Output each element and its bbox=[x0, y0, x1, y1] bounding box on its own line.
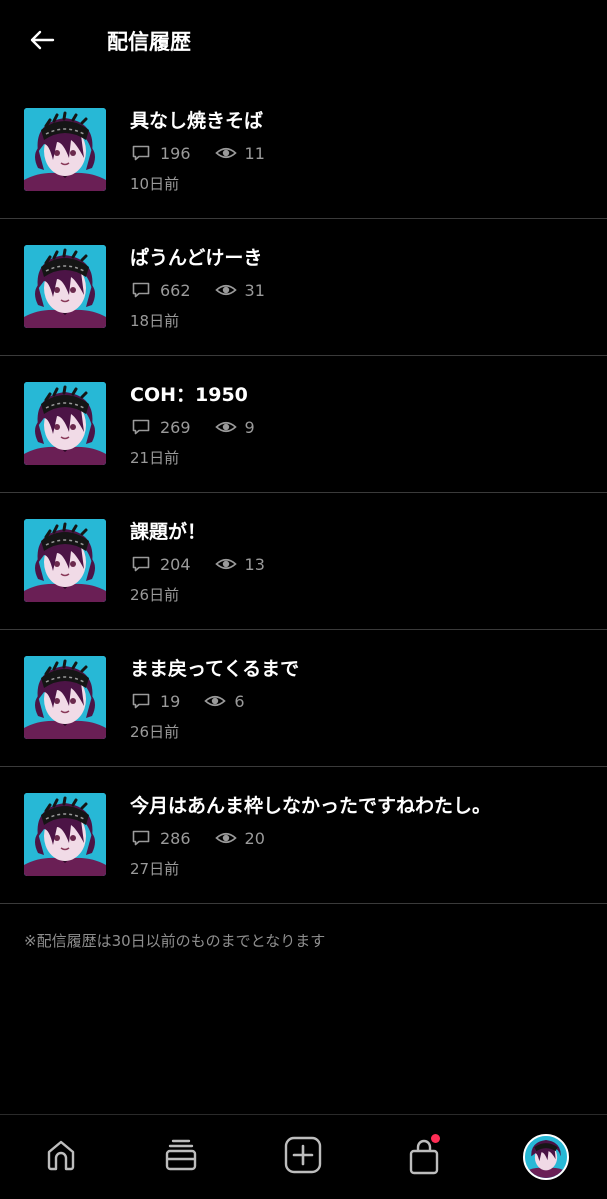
comment-count-value: 286 bbox=[160, 828, 191, 848]
broadcast-stats: 19 6 bbox=[130, 689, 245, 713]
view-count-value: 6 bbox=[234, 691, 245, 711]
shop-bag-icon bbox=[406, 1134, 442, 1176]
comment-count-value: 196 bbox=[160, 143, 191, 163]
comment-count: 269 bbox=[130, 416, 191, 438]
eye-icon bbox=[214, 279, 237, 301]
comment-count-value: 662 bbox=[160, 280, 191, 300]
page-title: 配信履歴 bbox=[107, 30, 191, 54]
broadcast-title: 課題が！ bbox=[130, 521, 207, 543]
comment-count: 204 bbox=[130, 553, 191, 575]
broadcast-thumbnail bbox=[24, 245, 106, 328]
nav-feed[interactable] bbox=[159, 1135, 203, 1179]
comment-icon bbox=[130, 553, 152, 575]
eye-icon bbox=[214, 416, 237, 438]
view-count: 9 bbox=[214, 416, 255, 438]
view-count: 20 bbox=[214, 827, 265, 849]
broadcast-stats: 269 9 bbox=[130, 415, 255, 439]
broadcast-thumbnail bbox=[24, 656, 106, 739]
broadcast-history-list: 具なし焼きそば 196 11 10日前 ぱうんどけーき 662 31 18日前 … bbox=[0, 82, 607, 904]
nav-create[interactable] bbox=[281, 1135, 325, 1179]
broadcast-date: 26日前 bbox=[130, 586, 180, 604]
notification-dot bbox=[431, 1134, 440, 1143]
broadcast-stats: 662 31 bbox=[130, 278, 265, 302]
broadcast-thumbnail bbox=[24, 108, 106, 191]
eye-icon bbox=[214, 553, 237, 575]
arrow-left-icon bbox=[29, 29, 55, 55]
create-plus-icon bbox=[283, 1135, 323, 1179]
broadcast-title: 今月はあんま枠しなかったですねわたし。 bbox=[130, 795, 492, 817]
nav-home[interactable] bbox=[39, 1135, 83, 1179]
broadcast-thumbnail bbox=[24, 793, 106, 876]
comment-icon bbox=[130, 690, 152, 712]
back-button[interactable] bbox=[22, 26, 62, 58]
broadcast-date: 27日前 bbox=[130, 860, 180, 878]
comment-icon bbox=[130, 142, 152, 164]
comment-count-value: 204 bbox=[160, 554, 191, 574]
home-icon bbox=[43, 1137, 79, 1177]
feed-icon bbox=[162, 1137, 200, 1177]
view-count: 13 bbox=[214, 553, 265, 575]
view-count-value: 11 bbox=[244, 143, 265, 163]
profile-avatar bbox=[523, 1134, 569, 1180]
header: 配信履歴 bbox=[0, 0, 607, 86]
history-retention-note: ※配信履歴は30日以前のものまでとなります bbox=[24, 932, 326, 950]
nav-profile[interactable] bbox=[522, 1133, 570, 1181]
comment-count: 196 bbox=[130, 142, 191, 164]
broadcast-row[interactable]: ぱうんどけーき 662 31 18日前 bbox=[0, 219, 607, 356]
broadcast-row[interactable]: まま戻ってくるまで 19 6 26日前 bbox=[0, 630, 607, 767]
view-count: 11 bbox=[214, 142, 265, 164]
comment-count: 286 bbox=[130, 827, 191, 849]
view-count: 6 bbox=[204, 690, 245, 712]
bottom-nav bbox=[0, 1114, 607, 1199]
broadcast-thumbnail bbox=[24, 519, 106, 602]
nav-shop[interactable] bbox=[402, 1134, 446, 1179]
broadcast-thumbnail bbox=[24, 382, 106, 465]
view-count-value: 31 bbox=[244, 280, 265, 300]
broadcast-row[interactable]: 今月はあんま枠しなかったですねわたし。 286 20 27日前 bbox=[0, 767, 607, 904]
view-count: 31 bbox=[214, 279, 265, 301]
broadcast-title: まま戻ってくるまで bbox=[130, 658, 300, 680]
broadcast-row[interactable]: 具なし焼きそば 196 11 10日前 bbox=[0, 82, 607, 219]
broadcast-row[interactable]: 課題が！ 204 13 26日前 bbox=[0, 493, 607, 630]
broadcast-stats: 204 13 bbox=[130, 552, 265, 576]
broadcast-title: COH：1950 bbox=[130, 384, 248, 406]
view-count-value: 20 bbox=[244, 828, 265, 848]
broadcast-title: 具なし焼きそば bbox=[130, 110, 264, 132]
eye-icon bbox=[214, 827, 237, 849]
comment-count-value: 269 bbox=[160, 417, 191, 437]
broadcast-stats: 196 11 bbox=[130, 141, 265, 165]
comment-icon bbox=[130, 416, 152, 438]
broadcast-date: 26日前 bbox=[130, 723, 180, 741]
comment-icon bbox=[130, 279, 152, 301]
comment-count: 19 bbox=[130, 690, 180, 712]
comment-count-value: 19 bbox=[160, 691, 181, 711]
eye-icon bbox=[214, 142, 237, 164]
broadcast-title: ぱうんどけーき bbox=[130, 247, 263, 269]
comment-count: 662 bbox=[130, 279, 191, 301]
view-count-value: 9 bbox=[244, 417, 255, 437]
eye-icon bbox=[204, 690, 227, 712]
comment-icon bbox=[130, 827, 152, 849]
view-count-value: 13 bbox=[244, 554, 265, 574]
broadcast-stats: 286 20 bbox=[130, 826, 265, 850]
broadcast-date: 18日前 bbox=[130, 312, 180, 330]
broadcast-date: 10日前 bbox=[130, 175, 180, 193]
broadcast-date: 21日前 bbox=[130, 449, 180, 467]
broadcast-row[interactable]: COH：1950 269 9 21日前 bbox=[0, 356, 607, 493]
